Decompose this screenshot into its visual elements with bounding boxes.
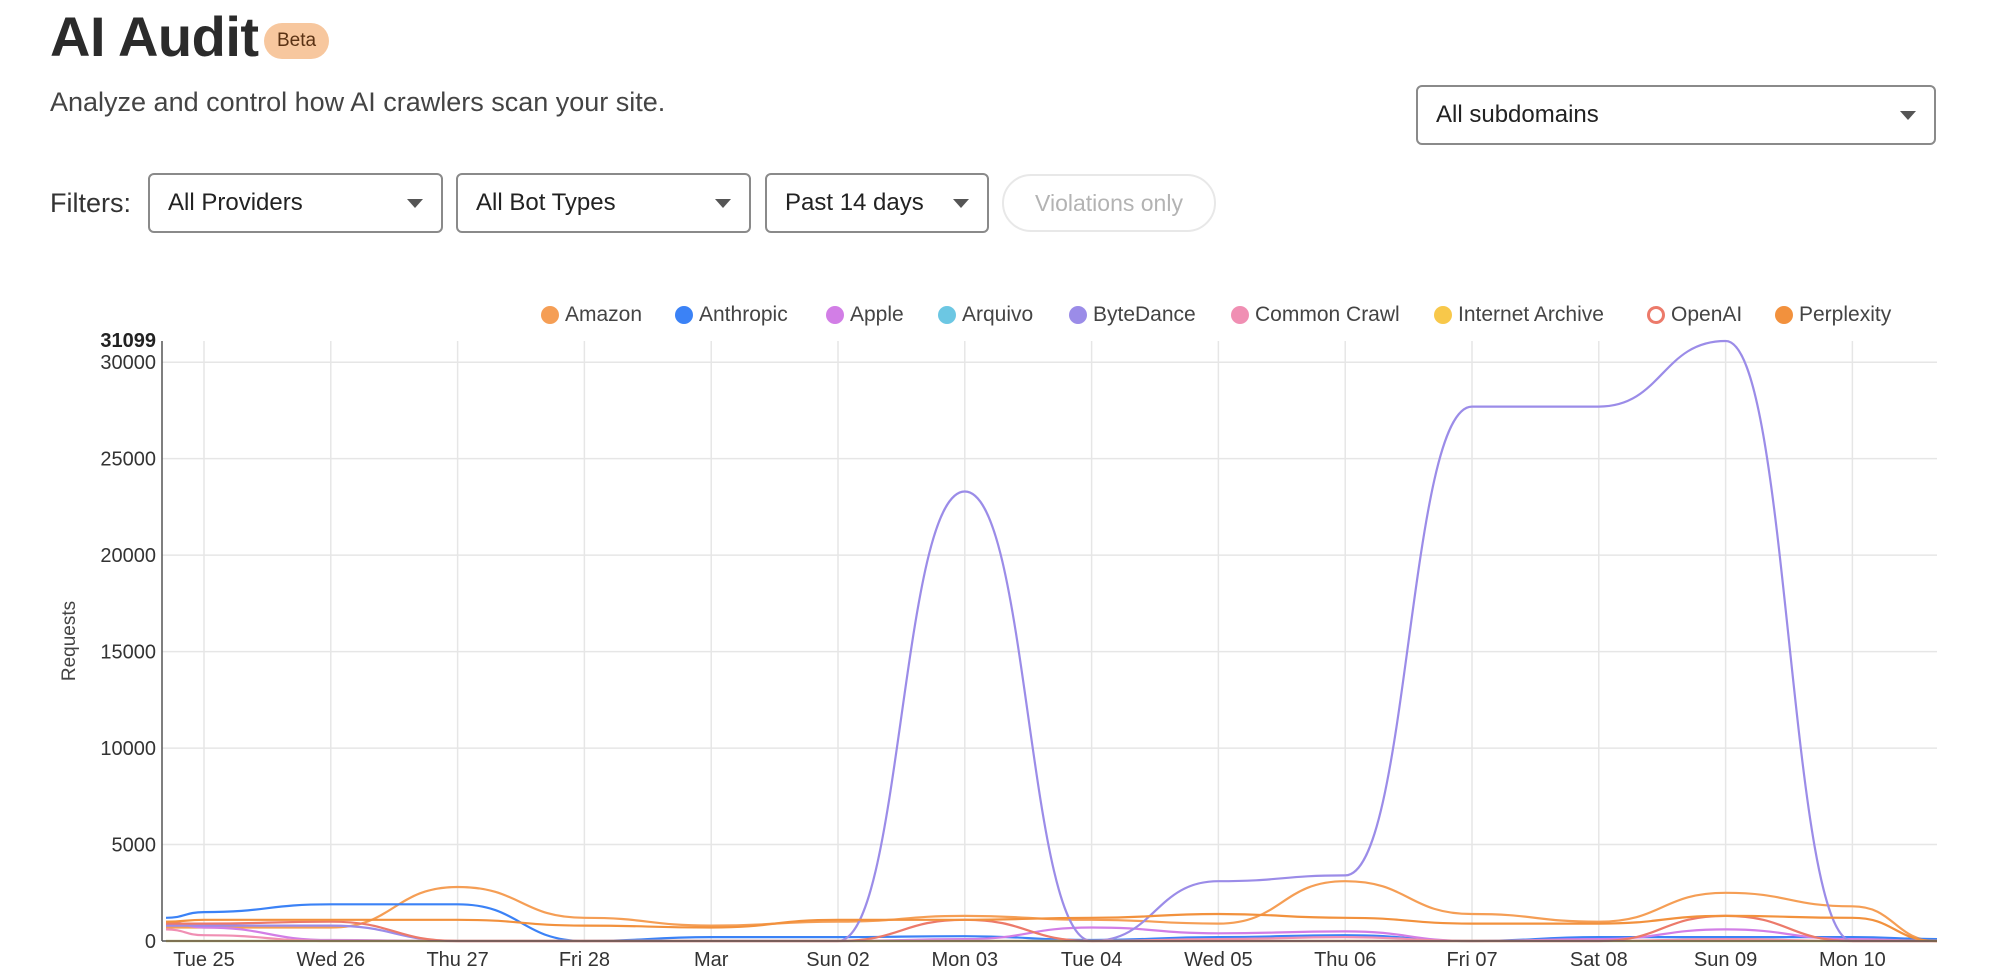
x-tick-label: Mon 03 xyxy=(931,949,998,971)
y-tick-label: 20000 xyxy=(100,545,156,567)
y-axis-label: Requests xyxy=(59,601,80,681)
y-tick-label: 10000 xyxy=(100,738,156,760)
requests-line-chart: 0 5000 10000 15000 20000 25000 3000031099 Tue 2… xyxy=(59,330,1938,971)
y-max-label: 31099 xyxy=(100,330,156,352)
x-tick-label: Wed 26 xyxy=(297,949,366,971)
x-tick-label: Thu 06 xyxy=(1314,949,1376,971)
x-tick-label: Sun 09 xyxy=(1694,949,1757,971)
x-tick-label: Mar xyxy=(694,949,729,971)
x-tick-label: Fri 07 xyxy=(1446,949,1497,971)
x-tick-label: Sun 02 xyxy=(806,949,869,971)
chart-axes: 0 5000 10000 15000 20000 25000 3000031099 Tue 2… xyxy=(59,330,1937,971)
x-tick-label: Mon 10 xyxy=(1819,949,1886,971)
x-tick-label: Thu 27 xyxy=(426,949,488,971)
x-tick-label: Fri 28 xyxy=(559,949,610,971)
chart-series xyxy=(165,339,1938,943)
x-tick-label: Tue 04 xyxy=(1061,949,1123,971)
y-tick-label: 25000 xyxy=(100,449,156,471)
x-tick-label: Wed 05 xyxy=(1184,949,1253,971)
y-tick-label: 5000 xyxy=(112,835,157,857)
y-tick-label: 15000 xyxy=(100,642,156,664)
y-tick-label: 30000 xyxy=(100,352,156,374)
x-tick-label: Tue 25 xyxy=(173,949,235,971)
x-tick-label: Sat 08 xyxy=(1570,949,1628,971)
y-tick-label: 0 xyxy=(145,931,156,953)
series-line-bytedance xyxy=(166,339,1937,943)
series-line-anthropic xyxy=(165,903,1938,943)
